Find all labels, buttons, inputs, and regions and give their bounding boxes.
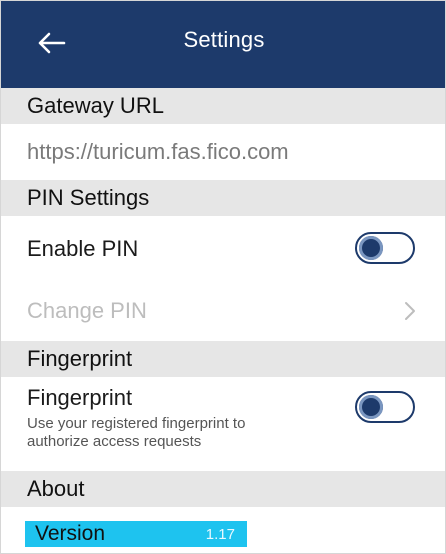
version-label: Version [35,522,106,545]
section-title: Gateway URL [27,93,164,118]
section-header-fingerprint: Fingerprint [1,341,445,377]
enable-pin-toggle[interactable] [355,232,415,264]
gateway-url-row[interactable]: https://turicum.fas.fico.com [1,124,445,180]
section-title: PIN Settings [27,185,150,210]
change-pin-label: Change PIN [27,298,147,323]
toggle-knob [359,236,383,260]
section-title: Fingerprint [27,346,133,371]
fingerprint-toggle[interactable] [355,391,415,423]
app-header: Settings [1,1,445,88]
version-value: 1.17 [205,525,235,543]
enable-pin-label: Enable PIN [27,235,139,261]
toggle-knob [359,395,383,419]
section-header-gateway: Gateway URL [1,88,445,124]
version-row: Version 1.17 [25,521,247,547]
section-header-about: About [1,471,445,507]
fingerprint-description: Use your registered fingerprint to autho… [27,415,246,450]
section-header-pin: PIN Settings [1,180,445,216]
section-title: About [27,476,85,501]
enable-pin-row[interactable]: Enable PIN [1,216,445,281]
gateway-url-value: https://turicum.fas.fico.com [27,139,289,164]
fingerprint-row[interactable]: Fingerprint Use your registered fingerpr… [1,377,445,467]
page-title: Settings [183,27,265,52]
chevron-right-icon [405,302,415,320]
settings-screen: Settings Gateway URL https://turicum.fas… [0,0,446,554]
change-pin-row[interactable]: Change PIN [1,281,445,341]
